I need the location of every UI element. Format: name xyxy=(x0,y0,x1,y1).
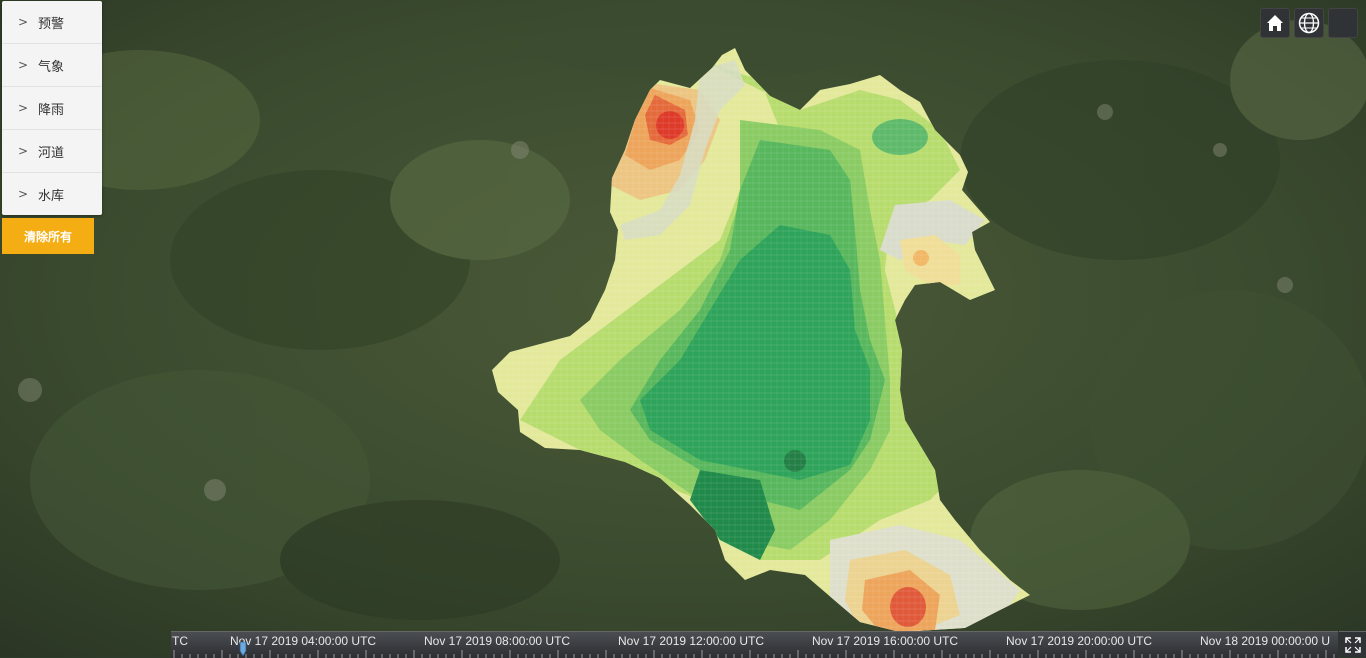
timeline-labels: TC Nov 17 2019 04:00:00 UTC Nov 17 2019 … xyxy=(171,634,1338,648)
layers-button[interactable] xyxy=(1328,8,1358,38)
menu-item-weather[interactable]: > 气象 xyxy=(2,44,102,87)
chevron-right-icon: > xyxy=(18,15,29,29)
menu-item-river[interactable]: > 河道 xyxy=(2,130,102,173)
timeline-label: TC xyxy=(172,634,188,648)
fullscreen-icon xyxy=(1344,636,1361,653)
home-icon xyxy=(1267,15,1283,31)
timeline-label: Nov 17 2019 08:00:00 UTC xyxy=(424,634,571,648)
timeline[interactable]: TC Nov 17 2019 04:00:00 UTC Nov 17 2019 … xyxy=(171,631,1338,658)
chevron-right-icon: > xyxy=(18,58,29,72)
chevron-right-icon: > xyxy=(18,144,29,158)
left-menu: > 预警 > 气象 > 降雨 > 河道 > 水库 xyxy=(2,1,102,215)
menu-item-reservoir[interactable]: > 水库 xyxy=(2,173,102,215)
chevron-right-icon: > xyxy=(18,187,29,201)
globe-icon xyxy=(1298,12,1320,34)
clear-all-button[interactable]: 清除所有 xyxy=(2,218,94,254)
timeline-label: Nov 17 2019 04:00:00 UTC xyxy=(230,634,377,648)
home-button[interactable] xyxy=(1260,8,1290,38)
satellite-map[interactable] xyxy=(0,0,1366,657)
timeline-needle-icon[interactable] xyxy=(239,642,247,656)
timeline-label: Nov 17 2019 16:00:00 UTC xyxy=(812,634,959,648)
menu-item-warning[interactable]: > 预警 xyxy=(2,1,102,44)
globe-button[interactable] xyxy=(1294,8,1324,38)
chevron-right-icon: > xyxy=(18,101,29,115)
map-toolbar xyxy=(1260,8,1358,38)
timeline-label: Nov 17 2019 12:00:00 UTC xyxy=(618,634,765,648)
menu-item-label: 预警 xyxy=(38,16,65,32)
timeline-label: Nov 18 2019 00:00:00 U xyxy=(1200,634,1331,648)
fullscreen-button[interactable] xyxy=(1339,631,1366,657)
menu-item-label: 降雨 xyxy=(38,102,65,118)
timeline-label: Nov 17 2019 20:00:00 UTC xyxy=(1006,634,1153,648)
menu-item-label: 气象 xyxy=(38,59,65,75)
menu-item-label: 河道 xyxy=(38,145,65,161)
menu-item-label: 水库 xyxy=(38,188,65,204)
menu-item-rainfall[interactable]: > 降雨 xyxy=(2,87,102,130)
